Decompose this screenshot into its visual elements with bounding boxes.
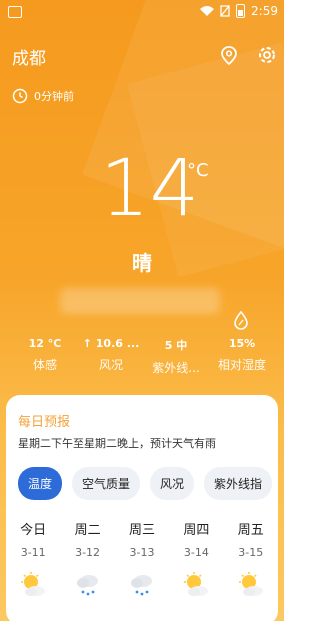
- forecast-day[interactable]: 周四 3-14: [172, 519, 220, 603]
- sun-cloud-icon: [238, 572, 263, 596]
- metric-label: 紫外线...: [152, 361, 200, 375]
- tab-wind[interactable]: 风况: [150, 467, 195, 500]
- metric-label: 相对湿度: [217, 358, 266, 372]
- metric-label: 风况: [98, 358, 123, 372]
- forecast-day[interactable]: 周三 3-13: [118, 519, 166, 603]
- wifi-icon: [200, 6, 215, 16]
- clock: 2:59: [251, 4, 278, 18]
- day-name: 周三: [128, 523, 155, 538]
- forecast-day[interactable]: 今日 3-11: [9, 519, 57, 603]
- metric-feels-like[interactable]: 12 °C 体感: [12, 337, 78, 373]
- update-time-label: 0分钟前: [34, 90, 74, 103]
- metric-wind[interactable]: ↑ 10.6 ... 风况: [78, 337, 144, 373]
- rain-icon: [76, 575, 98, 596]
- sun-cloud-icon: [184, 572, 209, 596]
- tab-air-quality[interactable]: 空气质量: [72, 467, 141, 500]
- forecast-title: 每日预报: [18, 415, 71, 430]
- forecast-tabs: 温度 空气质量 风况 紫外线指: [18, 467, 273, 500]
- metric-humidity[interactable]: 15% 相对湿度: [209, 337, 275, 373]
- day-date: 3-15: [238, 546, 264, 559]
- day-date: 3-14: [183, 546, 209, 559]
- metric-value: 15%: [228, 337, 256, 350]
- battery-icon: [236, 4, 246, 18]
- metric-value: 5 中: [164, 339, 188, 352]
- city-name[interactable]: 成都: [12, 44, 46, 69]
- weather-condition: 晴: [132, 251, 152, 275]
- day-date: 3-13: [129, 546, 155, 559]
- no-sim-icon: [220, 5, 230, 17]
- day-name: 周二: [74, 523, 101, 538]
- tab-temperature[interactable]: 温度: [18, 467, 63, 500]
- location-pin-icon[interactable]: [218, 44, 240, 66]
- status-icons: 2:59: [200, 4, 278, 18]
- day-name: 今日: [20, 523, 47, 538]
- sun-cloud-icon: [21, 572, 46, 596]
- tab-uv-index[interactable]: 紫外线指: [204, 467, 273, 500]
- update-time: 0分钟前: [12, 88, 74, 104]
- status-bar: 2:59: [0, 0, 284, 24]
- forecast-description: 星期二下午至星期二晚上，预计天气有雨: [18, 437, 216, 450]
- humidity-drop-icon: [234, 310, 248, 330]
- rain-icon: [130, 575, 152, 596]
- day-date: 3-12: [75, 546, 101, 559]
- blurred-info: [60, 288, 220, 314]
- clock-icon: [12, 88, 28, 104]
- settings-gear-icon[interactable]: [256, 44, 278, 66]
- current-temperature: 14: [100, 144, 200, 234]
- metric-label: 体感: [32, 358, 57, 372]
- forecast-days: 今日 3-11 周二 3-12 周三 3-13 周四 3-14 周五 3-15: [6, 519, 278, 603]
- forecast-day[interactable]: 周五 3-15: [227, 519, 275, 603]
- day-name: 周五: [237, 523, 264, 538]
- gallery-notification-icon: [8, 6, 22, 18]
- metric-value: ↑ 10.6 ...: [82, 337, 140, 350]
- temperature-unit: °C: [187, 160, 209, 181]
- daily-forecast-card: 每日预报 星期二下午至星期二晚上，预计天气有雨 温度 空气质量 风况 紫外线指 …: [6, 395, 278, 625]
- day-name: 周四: [183, 523, 210, 538]
- metric-uv[interactable]: 5 中 紫外线...: [143, 337, 209, 376]
- metric-value: 12 °C: [28, 337, 62, 350]
- day-date: 3-11: [20, 546, 46, 559]
- forecast-day[interactable]: 周二 3-12: [64, 519, 112, 603]
